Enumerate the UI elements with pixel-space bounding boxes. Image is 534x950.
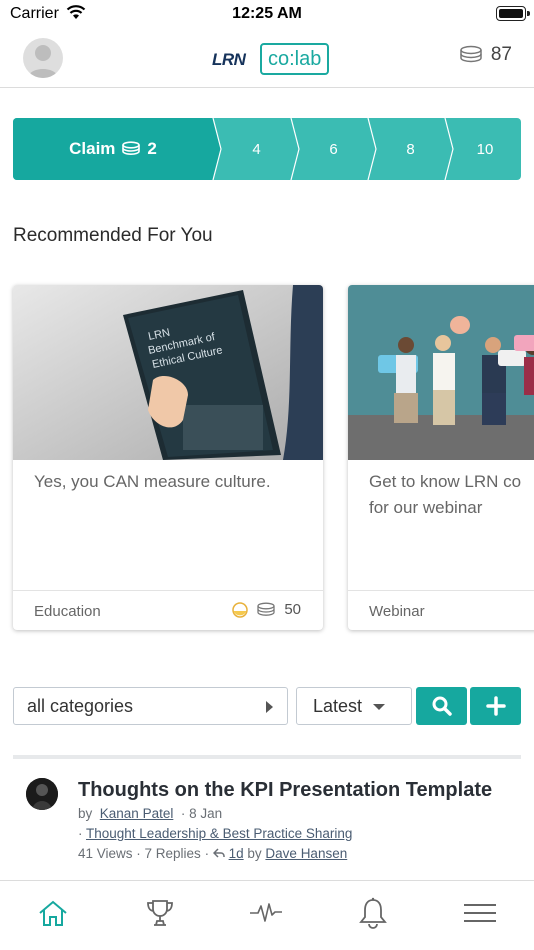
- post-category-link[interactable]: Thought Leadership & Best Practice Shari…: [86, 826, 352, 841]
- claim-value: 2: [147, 139, 157, 158]
- step-4: 4: [218, 118, 295, 180]
- sort-value: Latest: [313, 696, 363, 716]
- user-icon: [28, 45, 58, 78]
- recommended-card[interactable]: Get to know LRN co for our webinar Webin…: [348, 285, 534, 630]
- coins-icon: [122, 141, 141, 155]
- post-title[interactable]: Thoughts on the KPI Presentation Templat…: [78, 779, 492, 802]
- step-6: 6: [295, 118, 372, 180]
- card-category: Education: [34, 603, 101, 620]
- post-author-avatar[interactable]: [26, 778, 58, 810]
- author-photo: [26, 778, 58, 810]
- status-time: 12:25 AM: [232, 5, 302, 22]
- post-author-link[interactable]: Kanan Patel: [100, 806, 174, 821]
- card-description: Yes, you CAN measure culture.: [34, 472, 271, 491]
- logo-lrn-text: LRN: [212, 50, 246, 69]
- post-stats: 41 Views · 7 Replies · 1d by Dave Hansen: [78, 846, 347, 861]
- coin-balance[interactable]: 87: [459, 42, 512, 68]
- category-filter-value: all categories: [27, 696, 134, 716]
- tab-menu[interactable]: [460, 896, 500, 930]
- section-divider: [13, 755, 521, 759]
- chevron-right-icon: [266, 701, 273, 713]
- profile-avatar[interactable]: [23, 38, 63, 78]
- card-image-webinar-people: [348, 285, 534, 460]
- trophy-icon: [147, 900, 173, 926]
- card-category: Webinar: [369, 603, 425, 620]
- sort-select[interactable]: Latest: [296, 687, 412, 725]
- lrn-colab-logo: LRN co:lab: [212, 40, 330, 80]
- points-value: 50: [284, 601, 301, 618]
- home-icon: [39, 900, 67, 926]
- step-10: 10: [449, 118, 521, 180]
- step-8: 8: [372, 118, 449, 180]
- card-points: 50: [232, 601, 301, 618]
- tab-notifications[interactable]: [353, 896, 393, 930]
- progress-circle-icon: [232, 601, 249, 618]
- claim-button[interactable]: Claim 2: [13, 118, 213, 180]
- rewards-progress-bar: Claim 2 4 6 8 10: [13, 118, 521, 180]
- plus-icon: [485, 696, 506, 716]
- activity-icon: [250, 903, 282, 922]
- card-footer: Education 50: [13, 590, 323, 630]
- bottom-tab-bar: [0, 880, 534, 950]
- category-filter-select[interactable]: all categories: [13, 687, 288, 725]
- step-label: 4: [252, 140, 261, 158]
- recommended-title: Recommended For You: [13, 225, 213, 246]
- step-label: 6: [329, 140, 338, 158]
- step-label: 10: [476, 140, 494, 158]
- logo-colab-text: co:lab: [260, 43, 330, 75]
- status-bar: Carrier 12:25 AM: [0, 0, 534, 28]
- card-footer: Webinar: [348, 590, 534, 630]
- search-button[interactable]: [416, 687, 467, 725]
- reply-by-label: by: [247, 846, 262, 861]
- claim-label: Claim: [69, 139, 116, 158]
- coins-icon: [460, 45, 482, 63]
- last-reply-author-link[interactable]: Dave Hansen: [265, 846, 347, 861]
- search-icon: [432, 696, 452, 716]
- app-header: LRN co:lab 87: [0, 30, 534, 88]
- post-byline: by Kanan Patel · 8 Jan: [78, 806, 222, 821]
- card-image-benchmark-report: LRN Benchmark of Ethical Culture: [13, 285, 323, 460]
- post-date: · 8 Jan: [180, 806, 223, 821]
- tab-home[interactable]: [33, 896, 73, 930]
- category-prefix: ·: [78, 826, 83, 841]
- card-description: Get to know LRN co for our webinar: [369, 472, 522, 517]
- menu-icon: [464, 904, 496, 922]
- tab-leaderboard[interactable]: [140, 896, 180, 930]
- recommended-card[interactable]: LRN Benchmark of Ethical Culture Yes, yo…: [13, 285, 323, 630]
- reply-icon: [212, 848, 225, 858]
- bell-icon: [359, 897, 387, 929]
- chevron-down-icon: [373, 704, 385, 710]
- last-reply-time-link[interactable]: 1d: [229, 846, 244, 861]
- tab-activity[interactable]: [246, 896, 286, 930]
- byline-prefix: by: [78, 806, 93, 821]
- post-views-replies: 41 Views · 7 Replies ·: [78, 846, 210, 861]
- post-category-line: · Thought Leadership & Best Practice Sha…: [78, 826, 352, 841]
- battery-icon: [496, 6, 530, 21]
- add-post-button[interactable]: [470, 687, 521, 725]
- coin-count: 87: [490, 44, 512, 65]
- coins-icon: [257, 602, 275, 616]
- step-label: 8: [406, 140, 415, 158]
